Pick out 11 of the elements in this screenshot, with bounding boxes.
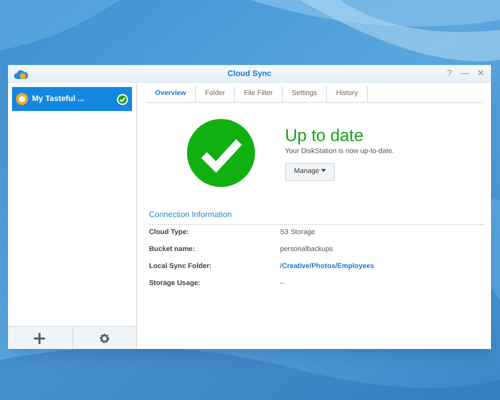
box-icon xyxy=(16,93,28,105)
cloud-icon xyxy=(14,68,28,80)
sidebar-item[interactable]: My Tasteful ... xyxy=(12,87,132,111)
item-label: My Tasteful ... xyxy=(32,93,86,105)
window-title: Cloud Sync xyxy=(228,68,272,80)
caret-icon xyxy=(321,169,326,172)
status-title: Up to date xyxy=(285,125,364,147)
checkmark-icon xyxy=(187,119,255,187)
plus-icon xyxy=(34,332,46,344)
section-heading: Connection Information xyxy=(149,209,485,225)
settings-icon xyxy=(98,332,110,344)
